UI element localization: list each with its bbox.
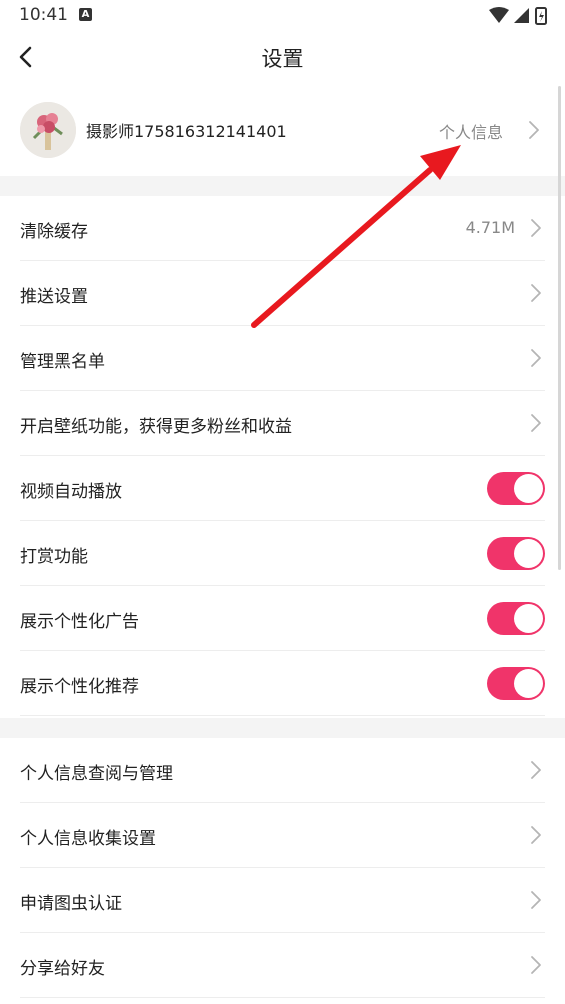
flower-avatar-image xyxy=(20,102,76,158)
chevron-right-icon xyxy=(531,761,541,779)
toggle-knob xyxy=(514,669,543,698)
chevron-right-icon xyxy=(531,284,541,302)
toggle-knob xyxy=(514,604,543,633)
clear-cache-row[interactable]: 清除缓存 4.71M xyxy=(20,196,545,261)
personalized-recommend-toggle[interactable] xyxy=(487,667,545,700)
cache-size-value: 4.71M xyxy=(465,218,515,237)
push-settings-row[interactable]: 推送设置 xyxy=(20,261,545,326)
a-icon: A xyxy=(79,8,92,21)
signal-icon xyxy=(514,8,529,23)
toggle-knob xyxy=(514,474,543,503)
chevron-right-icon xyxy=(531,891,541,909)
row-label: 展示个性化广告 xyxy=(20,612,139,632)
status-icons xyxy=(489,7,547,25)
row-label: 管理黑名单 xyxy=(20,352,105,372)
section-divider xyxy=(0,718,565,738)
wallpaper-feature-row[interactable]: 开启壁纸功能，获得更多粉丝和收益 xyxy=(20,391,545,456)
info-list: 个人信息查阅与管理 个人信息收集设置 申请图虫认证 分享给好友 xyxy=(0,738,565,998)
row-label: 个人信息收集设置 xyxy=(20,829,156,849)
info-collection-settings-row[interactable]: 个人信息收集设置 xyxy=(20,803,545,868)
wifi-icon xyxy=(489,7,509,23)
chevron-right-icon xyxy=(531,414,541,432)
row-label: 打赏功能 xyxy=(20,547,88,567)
row-label: 申请图虫认证 xyxy=(20,894,122,914)
apply-verification-row[interactable]: 申请图虫认证 xyxy=(20,868,545,933)
row-label: 展示个性化推荐 xyxy=(20,677,139,697)
profile-row[interactable]: 摄影师175816312141401 个人信息 xyxy=(0,97,565,163)
personalized-ads-row: 展示个性化广告 xyxy=(20,586,545,651)
row-label: 清除缓存 xyxy=(20,222,88,242)
username: 摄影师175816312141401 xyxy=(86,122,287,141)
section-divider xyxy=(0,176,565,196)
autoplay-video-row: 视频自动播放 xyxy=(20,456,545,521)
personalized-ads-toggle[interactable] xyxy=(487,602,545,635)
page-title: 设置 xyxy=(261,47,304,71)
chevron-right-icon xyxy=(531,219,541,237)
blacklist-row[interactable]: 管理黑名单 xyxy=(20,326,545,391)
share-with-friends-row[interactable]: 分享给好友 xyxy=(20,933,545,998)
avatar[interactable] xyxy=(20,102,76,158)
personalized-recommend-row: 展示个性化推荐 xyxy=(20,651,545,716)
personal-info-management-row[interactable]: 个人信息查阅与管理 xyxy=(20,738,545,803)
chevron-right-icon xyxy=(531,826,541,844)
row-label: 视频自动播放 xyxy=(20,482,122,502)
row-label: 推送设置 xyxy=(20,287,88,307)
autoplay-toggle[interactable] xyxy=(487,472,545,505)
row-label: 个人信息查阅与管理 xyxy=(20,764,173,784)
row-label: 开启壁纸功能，获得更多粉丝和收益 xyxy=(20,417,292,437)
chevron-right-icon xyxy=(531,349,541,367)
personal-info-link[interactable]: 个人信息 xyxy=(439,119,503,143)
chevron-right-icon xyxy=(531,956,541,974)
header: 设置 xyxy=(0,32,565,82)
tip-toggle[interactable] xyxy=(487,537,545,570)
status-bar: 10:41 A xyxy=(0,0,565,32)
toggle-knob xyxy=(514,539,543,568)
row-label: 分享给好友 xyxy=(20,959,105,979)
settings-list: 清除缓存 4.71M 推送设置 管理黑名单 开启壁纸功能，获得更多粉丝和收益 视… xyxy=(0,196,565,716)
chevron-right-icon xyxy=(529,121,539,139)
status-time: 10:41 xyxy=(19,5,68,25)
scrollbar[interactable] xyxy=(558,86,561,570)
tip-feature-row: 打赏功能 xyxy=(20,521,545,586)
